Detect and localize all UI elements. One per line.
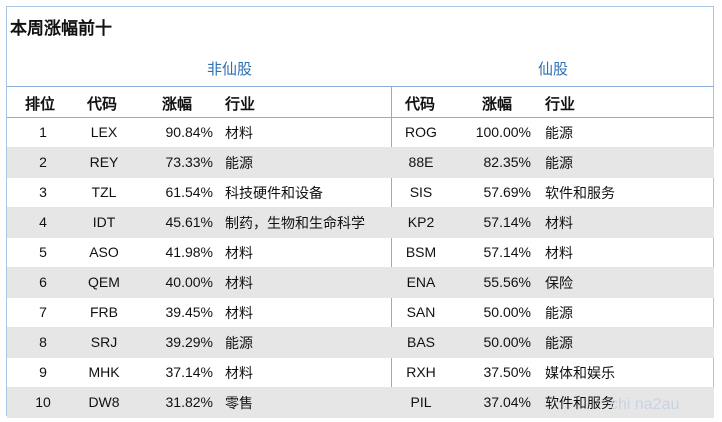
rank-cell: 7 (39, 304, 47, 320)
header-rank: 排位 (25, 95, 56, 113)
left-code-cell: SRJ (90, 334, 118, 350)
left-industry-cell: 材料 (225, 366, 253, 382)
left-change-cell: 40.00% (165, 274, 213, 290)
header-industry-right: 行业 (545, 95, 576, 113)
table-row: 2 REY 73.33% 能源 88E 82.35% 能源 (7, 148, 714, 178)
right-industry-cell: 能源 (545, 336, 573, 352)
left-code-cell: FRB (90, 304, 118, 320)
table-row: 6 QEM 40.00% 材料 ENA 55.56% 保险 (7, 268, 714, 298)
right-code-cell: SIS (409, 184, 433, 200)
rank-cell: 3 (39, 184, 47, 200)
left-industry-cell: 科技硬件和设备 (225, 186, 323, 202)
right-industry-cell: 能源 (545, 126, 573, 142)
right-change-cell: 57.69% (483, 184, 531, 200)
left-change-cell: 41.98% (165, 244, 213, 260)
header-code-right: 代码 (405, 95, 436, 113)
left-industry-cell: 零售 (225, 396, 253, 412)
group-label-non-penny: 非仙股 (207, 60, 253, 78)
left-code-cell: REY (89, 154, 119, 170)
left-code-cell: DW8 (88, 394, 120, 410)
rank-cell: 6 (39, 274, 47, 290)
left-industry-cell: 材料 (225, 246, 253, 262)
table-row: 10 DW8 31.82% 零售 PIL 37.04% 软件和服务 (7, 388, 714, 418)
left-code-cell: ASO (89, 244, 119, 260)
left-industry-cell: 能源 (225, 156, 253, 172)
right-change-cell: 57.14% (483, 214, 531, 230)
left-code-cell: MHK (88, 364, 120, 380)
right-change-cell: 57.14% (483, 244, 531, 260)
header-change-right: 涨幅 (482, 95, 513, 113)
left-code-cell: IDT (92, 214, 116, 230)
right-change-cell: 37.04% (483, 394, 531, 410)
right-code-cell: KP2 (407, 214, 435, 230)
left-industry-cell: 材料 (225, 306, 253, 322)
right-code-cell: 88E (408, 154, 434, 170)
rank-cell: 5 (39, 244, 47, 260)
table-row: 3 TZL 61.54% 科技硬件和设备 SIS 57.69% 软件和服务 (7, 178, 714, 208)
rank-cell: 9 (39, 364, 47, 380)
right-code-cell: PIL (410, 394, 432, 410)
left-code-cell: QEM (88, 274, 120, 290)
right-change-cell: 82.35% (483, 154, 531, 170)
right-code-cell: SAN (406, 304, 436, 320)
table-row: 9 MHK 37.14% 材料 RXH 37.50% 媒体和娱乐 (7, 358, 714, 388)
left-code-cell: LEX (90, 124, 118, 140)
right-change-cell: 50.00% (483, 304, 531, 320)
right-change-cell: 55.56% (483, 274, 531, 290)
right-industry-cell: 材料 (545, 216, 573, 232)
right-change-cell: 50.00% (483, 334, 531, 350)
table-row: 4 IDT 45.61% 制药，生物和生命科学 KP2 57.14% 材料 (7, 208, 714, 238)
table-header: 排位 代码 涨幅 行业 代码 涨幅 行业 (7, 86, 714, 118)
right-code-cell: RXH (406, 364, 436, 380)
left-change-cell: 31.82% (165, 394, 213, 410)
left-code-cell: TZL (91, 184, 117, 200)
right-code-cell: BSM (405, 244, 437, 260)
rank-cell: 8 (39, 334, 47, 350)
rank-cell: 4 (39, 214, 47, 230)
right-code-cell: ENA (406, 274, 436, 290)
left-change-cell: 61.54% (165, 184, 213, 200)
right-change-cell: 100.00% (475, 124, 531, 140)
watermark: chi na2au (610, 396, 680, 413)
right-code-cell: ROG (405, 124, 437, 140)
left-change-cell: 90.84% (165, 124, 213, 140)
right-industry-cell: 保险 (545, 276, 573, 292)
table-row: 5 ASO 41.98% 材料 BSM 57.14% 材料 (7, 238, 714, 268)
table-row: 1 LEX 90.84% 材料 ROG 100.00% 能源 (7, 118, 714, 148)
left-change-cell: 73.33% (165, 154, 213, 170)
rank-cell: 1 (39, 124, 47, 140)
left-change-cell: 45.61% (165, 214, 213, 230)
left-industry-cell: 能源 (225, 336, 253, 352)
right-industry-cell: 能源 (545, 306, 573, 322)
left-change-cell: 39.45% (165, 304, 213, 320)
right-industry-cell: 材料 (545, 246, 573, 262)
right-code-cell: BAS (406, 334, 435, 350)
group-label-penny: 仙股 (538, 60, 569, 78)
rank-cell: 10 (35, 394, 51, 410)
right-industry-cell: 软件和服务 (545, 186, 615, 202)
table-body: 1 LEX 90.84% 材料 ROG 100.00% 能源 2 REY 73.33% 能源 88E 8… (7, 118, 714, 418)
left-change-cell: 39.29% (165, 334, 213, 350)
left-industry-cell: 制药，生物和生命科学 (225, 216, 365, 232)
right-industry-cell: 媒体和娱乐 (545, 366, 615, 382)
header-change-left: 涨幅 (162, 95, 193, 113)
left-change-cell: 37.14% (165, 364, 213, 380)
header-industry-left: 行业 (225, 95, 256, 113)
table-row: 7 FRB 39.45% 材料 SAN 50.00% 能源 (7, 298, 714, 328)
right-industry-cell: 能源 (545, 156, 573, 172)
left-industry-cell: 材料 (225, 276, 253, 292)
header-code-left: 代码 (87, 95, 118, 113)
page-title: 本周涨幅前十 (10, 19, 112, 39)
table-row: 8 SRJ 39.29% 能源 BAS 50.00% 能源 (7, 328, 714, 358)
left-industry-cell: 材料 (225, 126, 253, 142)
rank-cell: 2 (39, 154, 47, 170)
right-change-cell: 37.50% (483, 364, 531, 380)
